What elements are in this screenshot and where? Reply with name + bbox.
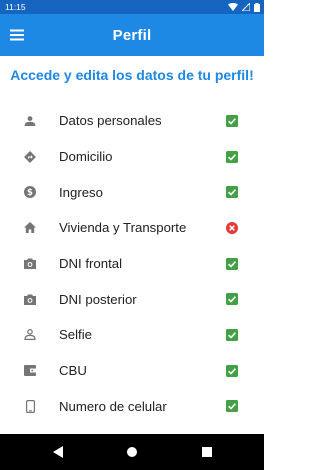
checkbox-checked-icon bbox=[225, 364, 238, 377]
status-icons bbox=[228, 2, 260, 12]
status-bar: 11:15 bbox=[0, 0, 264, 14]
profile-item-label: Selfie bbox=[59, 327, 92, 343]
app-title: Perfil bbox=[112, 26, 152, 44]
wallet-icon bbox=[22, 363, 38, 379]
menu-icon[interactable] bbox=[8, 26, 26, 44]
checkbox-checked-icon bbox=[225, 400, 238, 413]
profile-item[interactable]: DNI frontal bbox=[0, 246, 264, 282]
profile-item[interactable]: Selfie bbox=[0, 317, 264, 353]
app-bar: Perfil bbox=[0, 14, 264, 56]
camera-icon bbox=[22, 291, 38, 307]
signal-icon bbox=[242, 3, 250, 11]
wifi-icon bbox=[228, 3, 238, 11]
navigation-bar bbox=[0, 434, 264, 470]
checkbox-checked-icon bbox=[225, 293, 238, 306]
recents-icon[interactable] bbox=[199, 444, 215, 460]
profile-item-label: Domicilio bbox=[59, 149, 113, 165]
checkbox-checked-icon bbox=[225, 114, 238, 127]
home-circle-icon[interactable] bbox=[124, 444, 140, 460]
checkbox-checked-icon bbox=[225, 328, 238, 341]
profile-item-label: CBU bbox=[59, 363, 87, 379]
page-heading: Accede y edita los datos de tu perfil! bbox=[10, 67, 254, 83]
profile-item[interactable]: Numero de celular bbox=[0, 389, 264, 425]
person-outline-icon bbox=[22, 327, 38, 343]
checkbox-checked-icon bbox=[225, 257, 238, 270]
profile-item[interactable]: Datos personales bbox=[0, 103, 264, 139]
phone-icon bbox=[22, 398, 38, 414]
profile-item-label: Datos personales bbox=[59, 113, 162, 129]
money-icon: $ bbox=[22, 184, 38, 200]
profile-item[interactable]: Domicilio bbox=[0, 139, 264, 175]
svg-text:$: $ bbox=[27, 188, 33, 198]
home-icon bbox=[22, 220, 38, 236]
profile-item-label: DNI posterior bbox=[59, 291, 137, 307]
profile-item[interactable]: CBU bbox=[0, 353, 264, 389]
status-time: 11:15 bbox=[5, 2, 26, 12]
profile-item[interactable]: DNI posterior bbox=[0, 281, 264, 317]
directions-icon bbox=[22, 149, 38, 165]
profile-item-label: DNI frontal bbox=[59, 256, 123, 272]
camera-icon bbox=[22, 256, 38, 272]
person-icon bbox=[22, 113, 38, 129]
back-icon[interactable] bbox=[50, 444, 66, 460]
error-icon bbox=[225, 221, 238, 234]
profile-items-list: Datos personales Domicilio $ Ingreso Viviend… bbox=[0, 103, 264, 424]
profile-item-label: Numero de celular bbox=[59, 398, 167, 414]
profile-item-label: Ingreso bbox=[59, 184, 103, 200]
checkbox-checked-icon bbox=[225, 150, 238, 163]
battery-icon bbox=[254, 2, 260, 12]
profile-item[interactable]: $ Ingreso bbox=[0, 174, 264, 210]
profile-item[interactable]: Vivienda y Transporte bbox=[0, 210, 264, 246]
profile-item-label: Vivienda y Transporte bbox=[59, 220, 187, 236]
checkbox-checked-icon bbox=[225, 186, 238, 199]
